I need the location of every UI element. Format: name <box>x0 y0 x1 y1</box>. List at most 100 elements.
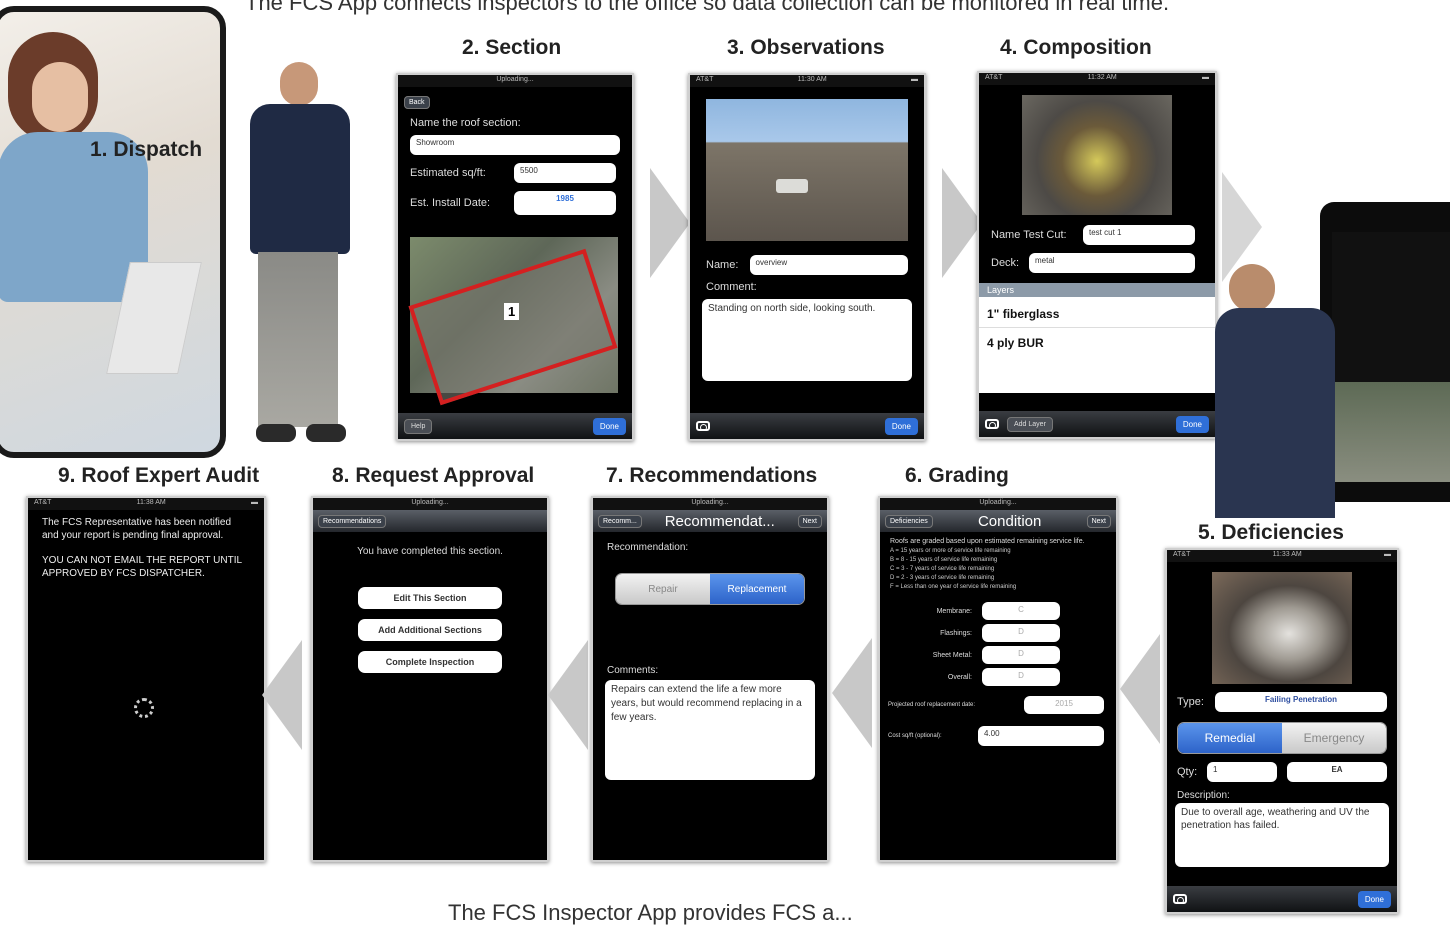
description-field[interactable]: Due to overall age, weathering and UV th… <box>1175 803 1389 867</box>
roof-map[interactable]: 1 <box>408 237 618 406</box>
screen-title: Condition <box>977 512 1042 530</box>
battery-icon: ▬ <box>251 499 258 506</box>
done-button[interactable]: Done <box>1357 890 1391 908</box>
done-button[interactable]: Done <box>884 417 918 435</box>
comment-field[interactable]: Standing on north side, looking south. <box>702 299 912 381</box>
audit-warning: YOU CAN NOT EMAIL THE REPORT UNTIL APPRO… <box>42 555 242 579</box>
test-cut-field[interactable]: test cut 1 <box>1083 225 1195 245</box>
replacement-date-field[interactable]: 2015 <box>1024 696 1104 714</box>
layer-item[interactable]: 1" fiberglass <box>979 297 1215 328</box>
back-button[interactable]: Deficiencies <box>885 514 933 528</box>
grade-row-label: Flashings: <box>940 629 972 637</box>
clock: 11:32 AM <box>1087 74 1117 81</box>
flow-arrow-right <box>942 168 982 278</box>
grade-line: A = 15 years or more of service life rem… <box>890 548 1011 554</box>
install-date-field[interactable]: 1985 <box>514 191 616 215</box>
upload-status: Uploading... <box>691 499 729 506</box>
qty-label: Qty: <box>1177 766 1198 778</box>
camera-icon[interactable] <box>1173 894 1187 904</box>
add-sections-button[interactable]: Add Additional Sections <box>358 619 502 641</box>
clock: 11:33 AM <box>1272 551 1302 558</box>
help-button[interactable]: Help <box>404 418 433 434</box>
test-cut-label: Name Test Cut: <box>991 229 1067 241</box>
back-button[interactable]: Recomm... <box>598 514 642 528</box>
emergency-segment[interactable]: Emergency <box>1282 723 1386 753</box>
step-label-section: 2. Section <box>462 36 562 59</box>
grade-scale: A = 15 years or more of service life rem… <box>880 547 1116 592</box>
carrier: AT&T <box>1173 551 1191 558</box>
dispatch-panel: 1. Dispatch <box>0 6 226 458</box>
deck-field[interactable]: metal <box>1029 253 1195 273</box>
section-name-field[interactable]: Showroom <box>410 135 620 155</box>
flow-arrow-left <box>548 640 588 750</box>
done-button[interactable]: Done <box>1175 415 1209 433</box>
roof-photo <box>706 99 908 241</box>
upload-status: Uploading... <box>979 499 1017 506</box>
comment-label: Comment: <box>706 281 757 293</box>
top-caption: The FCS App connects inspectors to the o… <box>245 0 1170 15</box>
audit-message: The FCS Representative has been notified… <box>42 517 231 541</box>
flow-arrow-left <box>1120 634 1160 744</box>
flow-arrow-left <box>832 638 872 748</box>
upload-status: Uploading... <box>411 499 449 506</box>
add-layer-button[interactable]: Add Layer <box>1007 416 1053 432</box>
camera-icon[interactable] <box>985 419 999 429</box>
cost-field[interactable]: 4.00 <box>978 726 1104 746</box>
edit-section-button[interactable]: Edit This Section <box>358 587 502 609</box>
back-button[interactable]: Recommendations <box>318 514 387 528</box>
camera-icon[interactable] <box>696 421 710 431</box>
grade-row-field[interactable]: D <box>982 668 1060 686</box>
step-label-deficiencies: 5. Deficiencies <box>1180 518 1360 548</box>
complete-inspection-button[interactable]: Complete Inspection <box>358 651 502 673</box>
comments-field[interactable]: Repairs can extend the life a few more y… <box>605 680 815 780</box>
grade-line: B = 8 - 15 years of service life remaini… <box>890 557 998 563</box>
priority-segmented-control: Remedial Emergency <box>1177 722 1387 754</box>
carrier: AT&T <box>34 499 52 506</box>
grade-line: D = 2 - 3 years of service life remainin… <box>890 575 995 581</box>
replacement-segment[interactable]: Replacement <box>710 574 804 604</box>
layers-header: Layers <box>979 283 1215 297</box>
screen-title: Recommendat... <box>664 512 775 530</box>
recommendations-screen: Uploading... Recomm... Recommendat... Ne… <box>591 496 829 862</box>
grade-row-field[interactable]: D <box>982 624 1060 642</box>
approval-screen: Uploading... Recommendations You have co… <box>311 496 549 862</box>
unit-field[interactable]: EA <box>1287 762 1387 782</box>
completion-message: You have completed this section. <box>357 546 503 557</box>
comments-label: Comments: <box>607 665 659 676</box>
grade-line: C = 3 - 7 years of service life remainin… <box>890 566 995 572</box>
grading-screen: Uploading... Deficiencies Condition Next… <box>878 496 1118 862</box>
next-button[interactable]: Next <box>797 514 822 528</box>
install-date-label: Est. Install Date: <box>410 197 491 209</box>
observations-screen: AT&T 11:30 AM ▬ Name: overview Comment: St… <box>688 73 926 441</box>
name-field[interactable]: overview <box>749 255 908 275</box>
type-field[interactable]: Failing Penetration <box>1215 692 1387 712</box>
battery-icon: ▬ <box>1384 551 1391 558</box>
step-label-composition: 4. Composition <box>1000 36 1152 59</box>
qty-field[interactable]: 1 <box>1207 762 1277 782</box>
remedial-segment[interactable]: Remedial <box>1178 723 1282 753</box>
layer-item[interactable]: 4 ply BUR <box>979 328 1215 358</box>
grade-row-field[interactable]: D <box>982 646 1060 664</box>
next-button[interactable]: Next <box>1086 514 1111 528</box>
repair-segment[interactable]: Repair <box>616 574 710 604</box>
cost-label: Cost sq/ft (optional): <box>888 733 942 739</box>
sqft-field[interactable]: 5500 <box>514 163 616 183</box>
battery-icon: ▬ <box>1202 74 1209 81</box>
grade-row-field[interactable]: C <box>982 602 1060 620</box>
step-label-approval: 8. Request Approval <box>332 464 535 487</box>
inspector-photo <box>228 62 378 454</box>
clock: 11:38 AM <box>136 499 166 506</box>
name-label: Name: <box>706 259 739 271</box>
recommendation-label: Recommendation: <box>607 542 689 553</box>
back-button[interactable]: Back <box>404 96 430 109</box>
deficiencies-screen: AT&T 11:33 AM ▬ Type: Failing Penetration … <box>1165 548 1399 914</box>
grading-intro: Roofs are graded based upon estimated re… <box>890 538 1085 545</box>
carrier: AT&T <box>985 74 1003 81</box>
clock: 11:30 AM <box>797 76 827 83</box>
description-label: Description: <box>1177 790 1230 801</box>
done-button[interactable]: Done <box>592 417 626 435</box>
audit-screen: AT&T 11:38 AM ▬ The FCS Representative has… <box>26 496 266 862</box>
upload-status: Uploading... <box>496 76 534 83</box>
grade-row-label: Overall: <box>947 673 972 681</box>
grade-rows: Membrane: C Flashings: D Sheet Metal: D … <box>880 592 1116 686</box>
